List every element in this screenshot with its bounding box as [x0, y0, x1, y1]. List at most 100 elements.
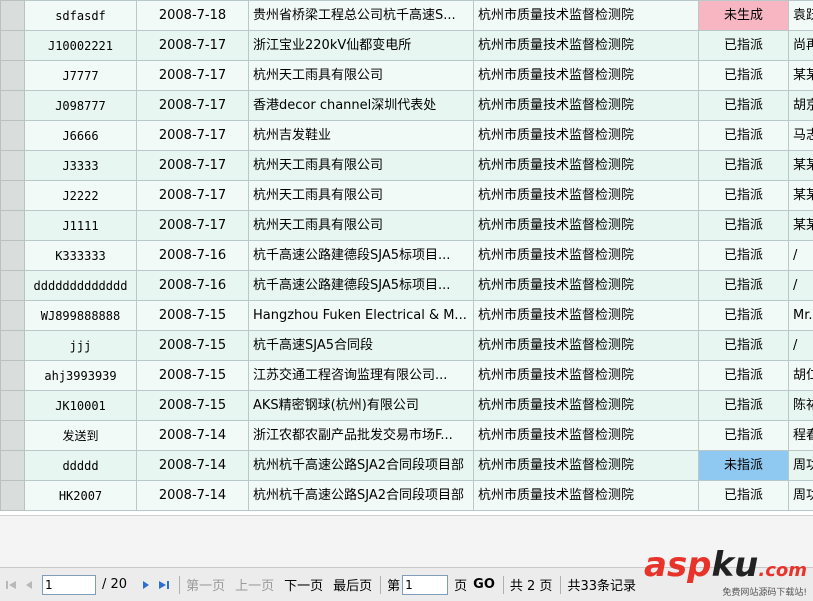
table-row[interactable]: ahj39939392008-7-15江苏交通工程咨询监理有限公司...杭州市质… [1, 361, 813, 391]
first-page-icon[interactable] [4, 578, 18, 592]
date-cell: 2008-7-15 [137, 391, 249, 421]
status-cell: 已指派 [699, 121, 789, 151]
person-cell: 袁跃 [789, 1, 813, 31]
status-cell: 已指派 [699, 91, 789, 121]
company-cell: 杭州天工雨具有限公司 [249, 211, 474, 241]
row-selector[interactable] [1, 31, 25, 61]
table-row[interactable]: J66662008-7-17杭州吉发鞋业杭州市质量技术监督检测院已指派马志 [1, 121, 813, 151]
status-cell: 已指派 [699, 181, 789, 211]
row-selector[interactable] [1, 1, 25, 31]
company-cell: 江苏交通工程咨询监理有限公司... [249, 361, 474, 391]
inspector-cell: 杭州市质量技术监督检测院 [474, 181, 699, 211]
inspector-cell: 杭州市质量技术监督检测院 [474, 301, 699, 331]
first-page-link[interactable]: 第一页 [186, 575, 225, 594]
divider [380, 576, 381, 594]
company-cell: 杭州吉发鞋业 [249, 121, 474, 151]
code-cell: J6666 [25, 121, 137, 151]
row-selector[interactable] [1, 151, 25, 181]
status-cell: 已指派 [699, 61, 789, 91]
code-cell: J10002221 [25, 31, 137, 61]
row-selector[interactable] [1, 451, 25, 481]
date-cell: 2008-7-16 [137, 241, 249, 271]
company-cell: 杭州杭千高速公路SJA2合同段项目部 [249, 481, 474, 511]
row-selector[interactable] [1, 121, 25, 151]
code-cell: JK10001 [25, 391, 137, 421]
row-selector[interactable] [1, 61, 25, 91]
inspector-cell: 杭州市质量技术监督检测院 [474, 421, 699, 451]
table-row[interactable]: ddddddddddddd2008-7-16杭千高速公路建德段SJA5标项目..… [1, 271, 813, 301]
inspector-cell: 杭州市质量技术监督检测院 [474, 451, 699, 481]
row-selector[interactable] [1, 301, 25, 331]
inspector-cell: 杭州市质量技术监督检测院 [474, 481, 699, 511]
goto-suffix: 页 [454, 575, 467, 594]
inspector-cell: 杭州市质量技术监督检测院 [474, 91, 699, 121]
next-page-link[interactable]: 下一页 [284, 575, 323, 594]
person-cell: 胡仁 [789, 361, 813, 391]
status-cell: 已指派 [699, 391, 789, 421]
table-row[interactable]: sdfasdf2008-7-18贵州省桥梁工程总公司杭千高速S...杭州市质量技… [1, 1, 813, 31]
company-cell: 杭州天工雨具有限公司 [249, 181, 474, 211]
table-row[interactable]: J100022212008-7-17浙江宝业220kV仙都变电所杭州市质量技术监… [1, 31, 813, 61]
table-row[interactable]: HK20072008-7-14杭州杭千高速公路SJA2合同段项目部杭州市质量技术… [1, 481, 813, 511]
inspector-cell: 杭州市质量技术监督检测院 [474, 391, 699, 421]
status-cell: 已指派 [699, 211, 789, 241]
company-cell: 杭州杭千高速公路SJA2合同段项目部 [249, 451, 474, 481]
date-cell: 2008-7-17 [137, 151, 249, 181]
inspector-cell: 杭州市质量技术监督检测院 [474, 31, 699, 61]
record-count-label: 共33条记录 [567, 575, 636, 594]
person-cell: 某某 [789, 181, 813, 211]
status-cell: 未生成 [699, 1, 789, 31]
last-page-icon[interactable] [157, 578, 171, 592]
last-page-link[interactable]: 最后页 [333, 575, 372, 594]
table-row[interactable]: JK100012008-7-15AKS精密钢球(杭州)有限公司杭州市质量技术监督… [1, 391, 813, 421]
divider [179, 576, 180, 594]
row-selector[interactable] [1, 481, 25, 511]
person-cell: 胡京 [789, 91, 813, 121]
code-cell: ddddd [25, 451, 137, 481]
company-cell: 杭千高速公路建德段SJA5标项目... [249, 271, 474, 301]
page-number-input[interactable] [42, 575, 96, 595]
date-cell: 2008-7-15 [137, 361, 249, 391]
company-cell: 杭千高速公路建德段SJA5标项目... [249, 241, 474, 271]
table-row[interactable]: J22222008-7-17杭州天工雨具有限公司杭州市质量技术监督检测院已指派某… [1, 181, 813, 211]
code-cell: sdfasdf [25, 1, 137, 31]
code-cell: 发送到 [25, 421, 137, 451]
table-row[interactable]: K3333332008-7-16杭千高速公路建德段SJA5标项目...杭州市质量… [1, 241, 813, 271]
date-cell: 2008-7-18 [137, 1, 249, 31]
table-row[interactable]: J11112008-7-17杭州天工雨具有限公司杭州市质量技术监督检测院已指派某… [1, 211, 813, 241]
row-selector[interactable] [1, 331, 25, 361]
row-selector[interactable] [1, 391, 25, 421]
company-cell: 浙江宝业220kV仙都变电所 [249, 31, 474, 61]
table-row[interactable]: 发送到2008-7-14浙江农都农副产品批发交易市场F...杭州市质量技术监督检… [1, 421, 813, 451]
prev-page-link[interactable]: 上一页 [235, 575, 274, 594]
next-page-icon[interactable] [139, 578, 153, 592]
row-selector[interactable] [1, 181, 25, 211]
goto-page-input[interactable] [402, 575, 448, 595]
row-selector[interactable] [1, 421, 25, 451]
person-cell: 马志 [789, 121, 813, 151]
code-cell: jjj [25, 331, 137, 361]
status-cell: 已指派 [699, 301, 789, 331]
code-cell: J3333 [25, 151, 137, 181]
row-selector[interactable] [1, 211, 25, 241]
table-row[interactable]: jjj2008-7-15杭千高速SJA5合同段杭州市质量技术监督检测院已指派/ [1, 331, 813, 361]
table-row[interactable]: J0987772008-7-17香港decor channel深圳代表处杭州市质… [1, 91, 813, 121]
status-cell: 已指派 [699, 241, 789, 271]
prev-page-icon[interactable] [22, 578, 36, 592]
inspector-cell: 杭州市质量技术监督检测院 [474, 1, 699, 31]
go-button[interactable]: GO [473, 577, 495, 592]
row-selector[interactable] [1, 271, 25, 301]
table-row[interactable]: ddddd2008-7-14杭州杭千高速公路SJA2合同段项目部杭州市质量技术监… [1, 451, 813, 481]
row-selector[interactable] [1, 241, 25, 271]
person-cell: 周功 [789, 451, 813, 481]
person-cell: 程春 [789, 421, 813, 451]
table-row[interactable]: J77772008-7-17杭州天工雨具有限公司杭州市质量技术监督检测院已指派某… [1, 61, 813, 91]
table-row[interactable]: WJ8998888882008-7-15Hangzhou Fuken Elect… [1, 301, 813, 331]
date-cell: 2008-7-17 [137, 181, 249, 211]
row-selector[interactable] [1, 91, 25, 121]
date-cell: 2008-7-15 [137, 301, 249, 331]
company-cell: 杭州天工雨具有限公司 [249, 151, 474, 181]
row-selector[interactable] [1, 361, 25, 391]
table-row[interactable]: J33332008-7-17杭州天工雨具有限公司杭州市质量技术监督检测院已指派某… [1, 151, 813, 181]
inspector-cell: 杭州市质量技术监督检测院 [474, 271, 699, 301]
